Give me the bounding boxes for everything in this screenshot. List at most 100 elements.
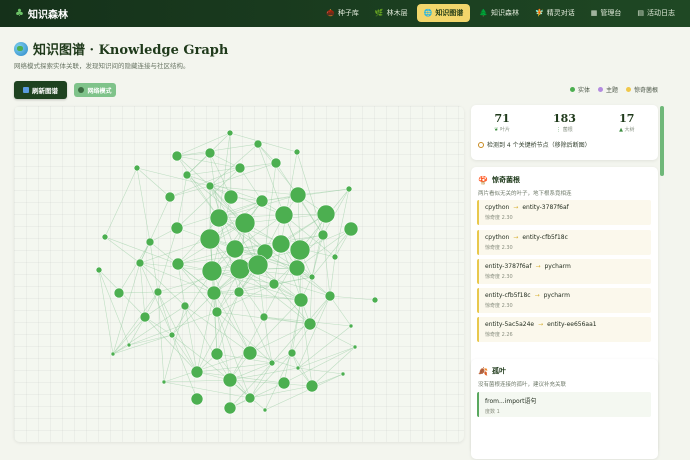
graph-node[interactable]	[223, 401, 237, 415]
graph-node[interactable]	[293, 148, 301, 156]
graph-node[interactable]	[348, 323, 354, 329]
graph-node[interactable]	[268, 359, 276, 367]
graph-node[interactable]	[234, 162, 246, 174]
graph-svg[interactable]	[14, 106, 464, 442]
graph-node[interactable]	[295, 365, 301, 371]
graph-node[interactable]	[268, 278, 280, 290]
graph-node[interactable]	[171, 150, 183, 162]
graph-node[interactable]	[201, 260, 223, 282]
graph-node[interactable]	[288, 259, 306, 277]
graph-node[interactable]	[287, 348, 297, 358]
graph-node[interactable]	[305, 379, 319, 393]
graph-node[interactable]	[303, 317, 317, 331]
graph-node[interactable]	[164, 191, 176, 203]
graph-node[interactable]	[211, 306, 223, 318]
stat-value: 17	[619, 112, 635, 125]
graph-node[interactable]	[293, 292, 309, 308]
stat-trees: 17 ▲ 大树	[602, 112, 652, 133]
graph-node[interactable]	[331, 253, 339, 261]
graph-node[interactable]	[206, 285, 222, 301]
graph-node[interactable]	[210, 347, 224, 361]
graph-node[interactable]	[126, 342, 132, 348]
graph-node[interactable]	[270, 157, 282, 169]
graph-node[interactable]	[190, 392, 204, 406]
nav-item-activity-log[interactable]: ▤ 活动日志	[630, 4, 682, 22]
graph-node[interactable]	[229, 258, 251, 280]
graph-node[interactable]	[171, 257, 185, 271]
network-mode-button[interactable]: 网络模式	[74, 83, 116, 97]
graph-node[interactable]	[345, 185, 353, 193]
surprising-pair[interactable]: entity-cfb5f18c → pycharm 惊奇度 2.30	[477, 288, 651, 313]
graph-node[interactable]	[205, 181, 215, 191]
graph-node[interactable]	[289, 239, 311, 261]
graph-node[interactable]	[225, 239, 245, 259]
graph-node[interactable]	[226, 129, 234, 137]
graph-node[interactable]	[324, 290, 336, 302]
network-icon	[78, 87, 85, 93]
graph-node[interactable]	[233, 286, 245, 298]
graph-node[interactable]	[244, 392, 256, 404]
seed-icon: 🌰	[326, 9, 335, 17]
graph-node[interactable]	[209, 208, 229, 228]
nav-item-timber-layer[interactable]: 🌿 林木层	[368, 4, 415, 22]
nav-item-admin[interactable]: ▦ 管理台	[584, 4, 629, 22]
surprising-pair[interactable]: entity-3787f6af → pycharm 惊奇度 2.30	[477, 259, 651, 284]
graph-node[interactable]	[153, 287, 163, 297]
graph-node[interactable]	[182, 170, 192, 180]
nav-item-knowledge-graph[interactable]: 🌐 知识图谱	[416, 4, 471, 22]
graph-node[interactable]	[135, 258, 145, 268]
tree-icon: ♣	[15, 8, 24, 19]
graph-edge	[144, 316, 198, 373]
graph-node[interactable]	[110, 351, 116, 357]
graph-node[interactable]	[199, 228, 221, 250]
graph-canvas[interactable]	[14, 106, 464, 442]
refresh-graph-button[interactable]: 刷新图谱	[14, 81, 67, 99]
graph-node[interactable]	[180, 301, 190, 311]
graph-node[interactable]	[371, 296, 379, 304]
surprising-pair[interactable]: cpython → entity-3787f6af 惊奇度 2.30	[477, 200, 651, 225]
graph-node[interactable]	[316, 204, 336, 224]
nav-item-seed-library[interactable]: 🌰 种子库	[319, 4, 366, 22]
surprising-pair[interactable]: entity-5ac5a24e → entity-ee656aa1 惊奇度 2.26	[477, 317, 651, 342]
graph-node[interactable]	[343, 221, 359, 237]
graph-node[interactable]	[277, 376, 291, 390]
surprising-pair[interactable]: cpython → entity-cfb5f18c 惊奇度 2.30	[477, 230, 651, 255]
graph-node[interactable]	[271, 234, 291, 254]
graph-node[interactable]	[317, 229, 329, 241]
graph-node[interactable]	[95, 266, 103, 274]
brand[interactable]: ♣ 知识森林	[15, 6, 68, 21]
graph-node[interactable]	[223, 189, 239, 205]
graph-node[interactable]	[139, 311, 151, 323]
graph-node[interactable]	[170, 221, 184, 235]
graph-node[interactable]	[113, 287, 125, 299]
graph-node[interactable]	[247, 254, 269, 276]
graph-node[interactable]	[340, 371, 346, 377]
graph-node[interactable]	[274, 205, 294, 225]
graph-edge	[311, 213, 327, 278]
nav-item-knowledge-forest[interactable]: 🌲 知识森林	[472, 4, 526, 22]
graph-node[interactable]	[242, 345, 258, 361]
nav-item-spirit-chat[interactable]: 🧚 精灵对话	[528, 4, 582, 22]
graph-node[interactable]	[145, 237, 155, 247]
graph-node[interactable]	[222, 372, 238, 388]
graph-node[interactable]	[253, 139, 263, 149]
graph-node[interactable]	[289, 186, 307, 204]
graph-node[interactable]	[101, 233, 109, 241]
graph-edge	[249, 362, 273, 399]
graph-node[interactable]	[234, 212, 256, 234]
nav-label: 精灵对话	[546, 9, 575, 17]
graph-node[interactable]	[161, 379, 167, 385]
graph-node[interactable]	[190, 365, 204, 379]
graph-node[interactable]	[352, 344, 358, 350]
graph-node[interactable]	[308, 273, 316, 281]
side-scrollbar[interactable]	[660, 106, 664, 176]
graph-node[interactable]	[262, 407, 268, 413]
graph-node[interactable]	[133, 164, 141, 172]
graph-node[interactable]	[255, 194, 269, 208]
graph-node[interactable]	[259, 312, 269, 322]
graph-edge	[118, 241, 151, 294]
legend: 实体 主题 惊奇菌根	[569, 85, 658, 94]
graph-node[interactable]	[168, 331, 176, 339]
graph-node[interactable]	[204, 147, 216, 159]
orphan-leaf-item[interactable]: from...import语句 度数 1	[477, 392, 651, 417]
